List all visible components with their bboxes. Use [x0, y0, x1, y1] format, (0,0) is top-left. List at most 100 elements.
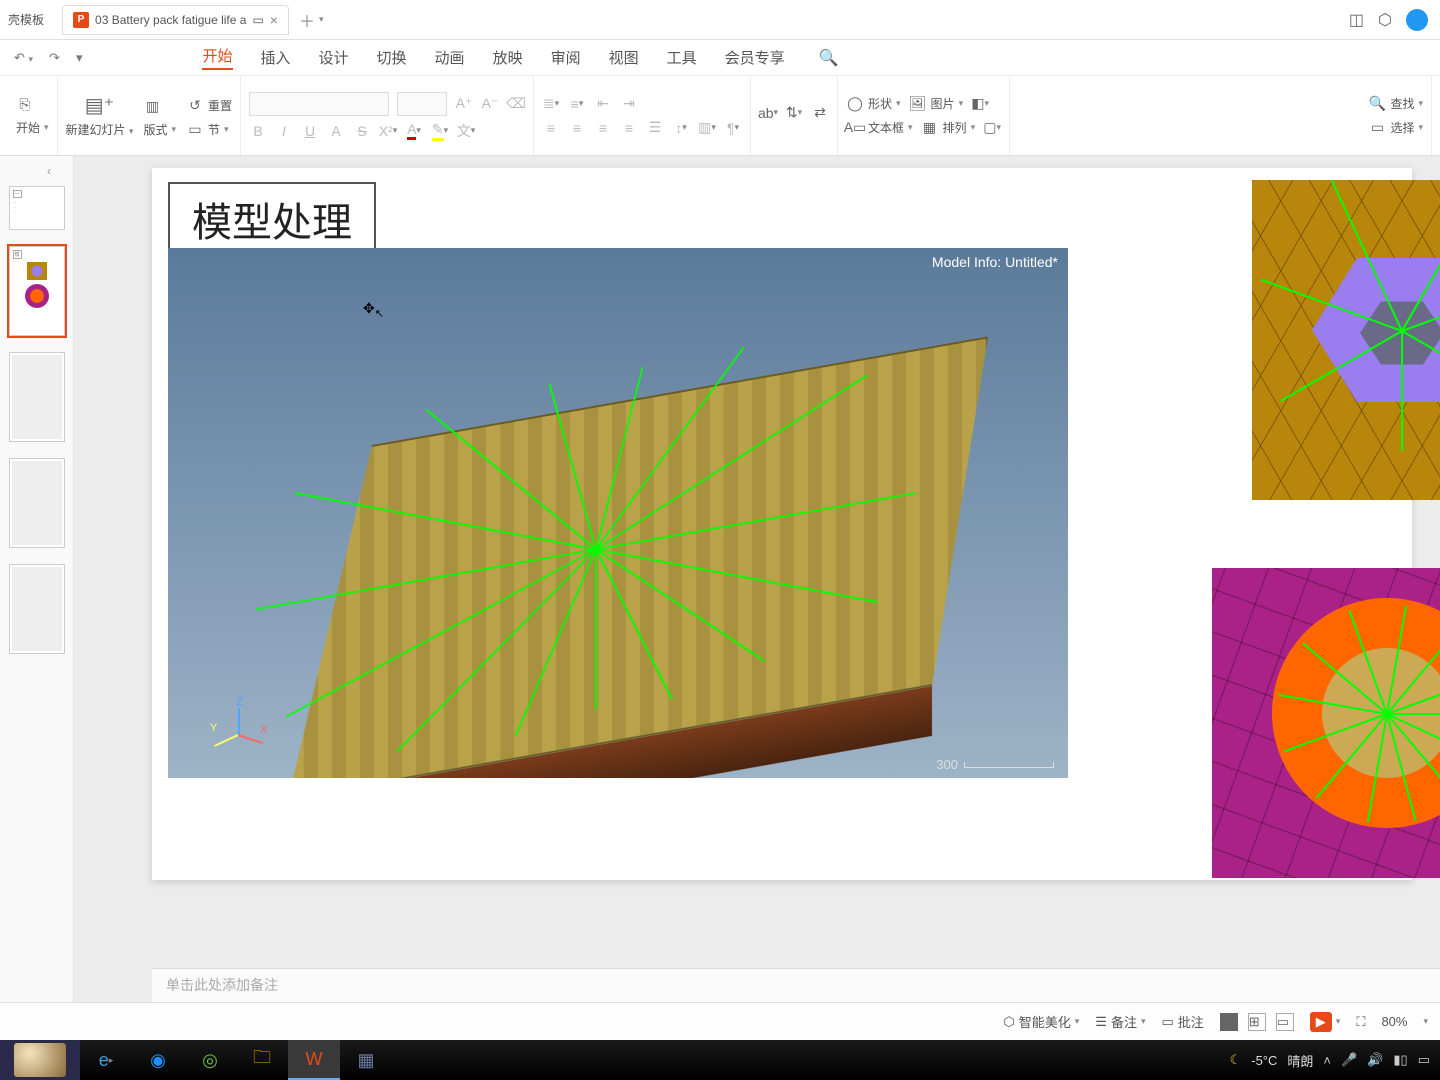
slide-canvas[interactable]: 模型处理 Model Info: Untitled* — [152, 168, 1412, 880]
highlight-icon[interactable]: ✎▾ — [431, 122, 449, 140]
reset-button[interactable]: ↺重置 — [186, 96, 232, 114]
align-text-icon[interactable]: ⇅▾ — [785, 104, 803, 122]
package-icon[interactable]: ⬡ — [1378, 10, 1392, 30]
bullets-icon[interactable]: ≣▾ — [542, 95, 560, 113]
fit-view-icon[interactable]: ⛶ — [1356, 1014, 1365, 1030]
align-left-icon[interactable]: ≡ — [542, 119, 560, 137]
menu-design[interactable]: 设计 — [319, 47, 349, 68]
menu-tools[interactable]: 工具 — [667, 47, 697, 68]
main-render-image[interactable]: Model Info: Untitled* — [168, 248, 1068, 778]
select-button[interactable]: ▭选择▾ — [1368, 119, 1423, 137]
bold-icon[interactable]: B — [249, 122, 267, 140]
slide-thumb-1[interactable]: —········· — [9, 186, 65, 230]
user-avatar[interactable] — [1406, 9, 1428, 31]
normal-view-icon[interactable] — [1220, 1013, 1238, 1031]
tray-chevron-icon[interactable]: ˄ — [1323, 1053, 1331, 1068]
font-family-select[interactable] — [249, 92, 389, 116]
italic-icon[interactable]: I — [275, 122, 293, 140]
search-icon[interactable]: 🔍 — [819, 48, 839, 68]
strike-icon[interactable]: S — [353, 122, 371, 140]
shape-button[interactable]: ◯形状▾ — [846, 95, 901, 113]
column-icon[interactable]: ▥▾ — [698, 119, 716, 137]
taskbar-ie-icon[interactable]: e▸ — [80, 1040, 132, 1080]
slide-thumb-3[interactable] — [9, 352, 65, 442]
collapse-panel-icon[interactable]: ‹ — [47, 164, 51, 178]
new-slide-button[interactable]: ▤⁺新建幻灯片 ▾ — [66, 93, 134, 138]
window-split-icon[interactable]: ◫ — [1349, 10, 1364, 30]
menu-transition[interactable]: 切换 — [377, 47, 407, 68]
menu-member[interactable]: 会员专享 — [725, 47, 785, 68]
slide-title[interactable]: 模型处理 — [168, 182, 376, 256]
slideshow-button[interactable]: ▶▾ — [1310, 1012, 1341, 1032]
menu-insert[interactable]: 插入 — [261, 47, 291, 68]
present-mode-icon[interactable]: ▭ — [252, 13, 263, 27]
comments-toggle[interactable]: ▭ 批注 — [1161, 1012, 1203, 1031]
distribute-icon[interactable]: ☰ — [646, 119, 664, 137]
taskbar-explorer-icon[interactable]: 🗀 — [236, 1040, 288, 1080]
slide-thumbnails-panel[interactable]: ‹ —········· 模 — [0, 156, 74, 1002]
taskbar-app-icon[interactable]: ▦ — [340, 1040, 392, 1080]
hex-detail-image[interactable] — [1252, 180, 1440, 500]
menu-slideshow[interactable]: 放映 — [493, 47, 523, 68]
zoom-dd[interactable]: ▾ — [1423, 1016, 1428, 1027]
tray-battery-icon[interactable]: ▮▯ — [1393, 1052, 1407, 1068]
reading-view-icon[interactable]: ▭ — [1276, 1013, 1294, 1031]
start-button[interactable] — [0, 1040, 80, 1080]
decrease-font-icon[interactable]: A⁻ — [481, 95, 499, 113]
new-tab-button[interactable]: ＋ ▾ — [299, 8, 324, 32]
taskbar-wps-icon[interactable]: W — [288, 1040, 340, 1080]
clear-format-icon[interactable]: ⌫ — [507, 95, 525, 113]
notes-toggle[interactable]: ☰ 备注 ▾ — [1095, 1012, 1145, 1031]
tab-file[interactable]: P 03 Battery pack fatigue life a ▭ × — [62, 5, 289, 35]
decrease-indent-icon[interactable]: ⇤ — [594, 95, 612, 113]
tab-template[interactable]: 壳模板 — [0, 5, 54, 35]
zoom-level[interactable]: 80% — [1381, 1014, 1407, 1029]
redo-button[interactable]: ↷ — [43, 48, 66, 68]
layout-dropdown[interactable]: 版式▾ — [143, 121, 176, 138]
layout-button[interactable]: ▥ — [143, 97, 176, 115]
font-size-select[interactable] — [397, 92, 447, 116]
align-center-icon[interactable]: ≡ — [568, 119, 586, 137]
find-button[interactable]: 🔍查找▾ — [1368, 95, 1423, 113]
line-spacing-icon[interactable]: ↕▾ — [672, 119, 690, 137]
slide-editor[interactable]: 模型处理 Model Info: Untitled* — [74, 156, 1440, 1002]
convert-smartart-icon[interactable]: ⇄ — [811, 104, 829, 122]
weather-temp[interactable]: -5°C — [1251, 1053, 1277, 1068]
quick-more[interactable]: ▾ — [70, 48, 89, 68]
tray-volume-icon[interactable]: 🔊 — [1367, 1052, 1383, 1068]
menu-start[interactable]: 开始 — [202, 45, 232, 70]
align-right-icon[interactable]: ≡ — [594, 119, 612, 137]
fill-icon[interactable]: ◧▾ — [971, 95, 989, 113]
increase-font-icon[interactable]: A⁺ — [455, 95, 473, 113]
numbering-icon[interactable]: ≡▾ — [568, 95, 586, 113]
arrange-button[interactable]: ▦排列▾ — [921, 119, 976, 137]
increase-indent-icon[interactable]: ⇥ — [620, 95, 638, 113]
menu-review[interactable]: 审阅 — [551, 47, 581, 68]
outline-icon[interactable]: ▢▾ — [983, 119, 1001, 137]
section-button[interactable]: ▭节▾ — [186, 120, 232, 138]
text-direction-icon[interactable]: ab▾ — [759, 104, 777, 122]
font-color-icon[interactable]: A▾ — [405, 122, 423, 140]
font-style-a-icon[interactable]: A — [327, 122, 345, 140]
align-justify-icon[interactable]: ≡ — [620, 119, 638, 137]
tray-mic-icon[interactable]: 🎤 — [1341, 1052, 1357, 1068]
superscript-icon[interactable]: X²▾ — [379, 122, 397, 140]
start-dropdown[interactable]: 开始▾ — [16, 119, 49, 136]
undo-button[interactable]: ↶ ▾ — [8, 48, 39, 68]
slide-thumb-2[interactable]: 模 — [9, 246, 65, 336]
picture-button[interactable]: 🖼图片▾ — [909, 95, 964, 113]
taskbar-browser-icon[interactable]: ◎ — [184, 1040, 236, 1080]
circle-detail-image[interactable] — [1212, 568, 1440, 878]
notes-input[interactable]: 单击此处添加备注 — [152, 968, 1440, 1002]
taskbar-edge-icon[interactable]: ◉ — [132, 1040, 184, 1080]
slide-thumb-4[interactable] — [9, 458, 65, 548]
textbox-button[interactable]: A▭文本框▾ — [846, 119, 913, 137]
smart-beautify-button[interactable]: ⬡ 智能美化 ▾ — [1003, 1012, 1079, 1031]
tray-action-center-icon[interactable]: ▭ — [1418, 1052, 1430, 1068]
para-more-icon[interactable]: ¶▾ — [724, 119, 742, 137]
slide-thumb-5[interactable] — [9, 564, 65, 654]
underline-icon[interactable]: U — [301, 122, 319, 140]
sorter-view-icon[interactable]: ⊞ — [1248, 1013, 1266, 1031]
menu-animation[interactable]: 动画 — [435, 47, 465, 68]
weather-icon[interactable]: ☾ — [1230, 1052, 1242, 1068]
